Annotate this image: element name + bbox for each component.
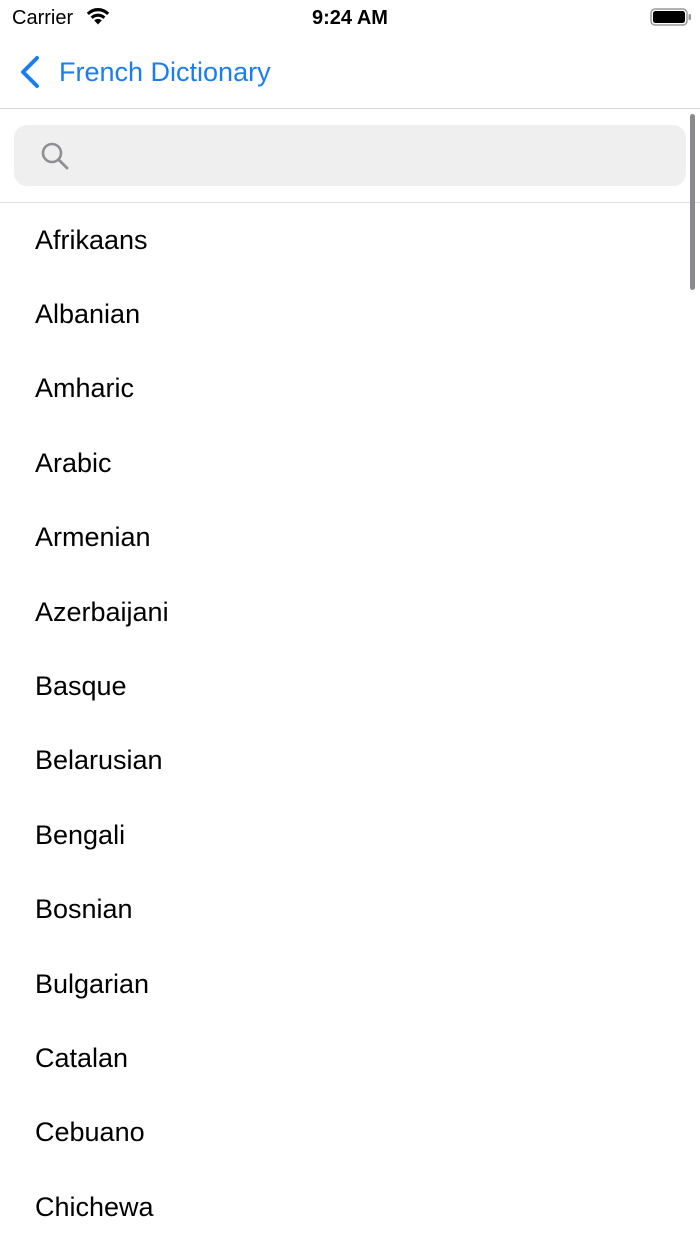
scrollbar[interactable] — [690, 114, 695, 290]
list-item[interactable]: Cebuano — [0, 1096, 700, 1170]
list-item[interactable]: Albanian — [0, 277, 700, 351]
clock: 9:24 AM — [312, 7, 388, 29]
back-button-label: French Dictionary — [59, 57, 271, 87]
battery-icon — [650, 8, 691, 26]
list-item[interactable]: Amharic — [0, 352, 700, 426]
chevron-left-icon — [21, 56, 39, 88]
search-input[interactable] — [80, 135, 674, 177]
list-item[interactable]: Bulgarian — [0, 947, 700, 1021]
search-bar — [0, 109, 700, 203]
list-item[interactable]: Afrikaans — [0, 203, 700, 277]
language-list: Afrikaans Albanian Amharic Arabic Armenian Az… — [0, 203, 700, 1244]
list-item[interactable]: Catalan — [0, 1021, 700, 1095]
list-item[interactable]: Belarusian — [0, 724, 700, 798]
list-item[interactable]: Bengali — [0, 798, 700, 872]
navigation-bar: French Dictionary — [0, 36, 700, 109]
screen: Carrier 9:24 AM French Dictionary Afrika… — [0, 0, 700, 1244]
search-icon — [41, 142, 69, 170]
list-item[interactable]: Bosnian — [0, 873, 700, 947]
list-item[interactable]: Armenian — [0, 501, 700, 575]
search-field[interactable] — [14, 125, 686, 186]
list-item[interactable]: Arabic — [0, 426, 700, 500]
back-button[interactable]: French Dictionary — [18, 50, 271, 94]
list-item[interactable]: Chichewa — [0, 1170, 700, 1244]
list-item[interactable]: Azerbaijani — [0, 575, 700, 649]
status-bar: Carrier 9:24 AM — [0, 0, 700, 36]
list-item[interactable]: Basque — [0, 649, 700, 723]
